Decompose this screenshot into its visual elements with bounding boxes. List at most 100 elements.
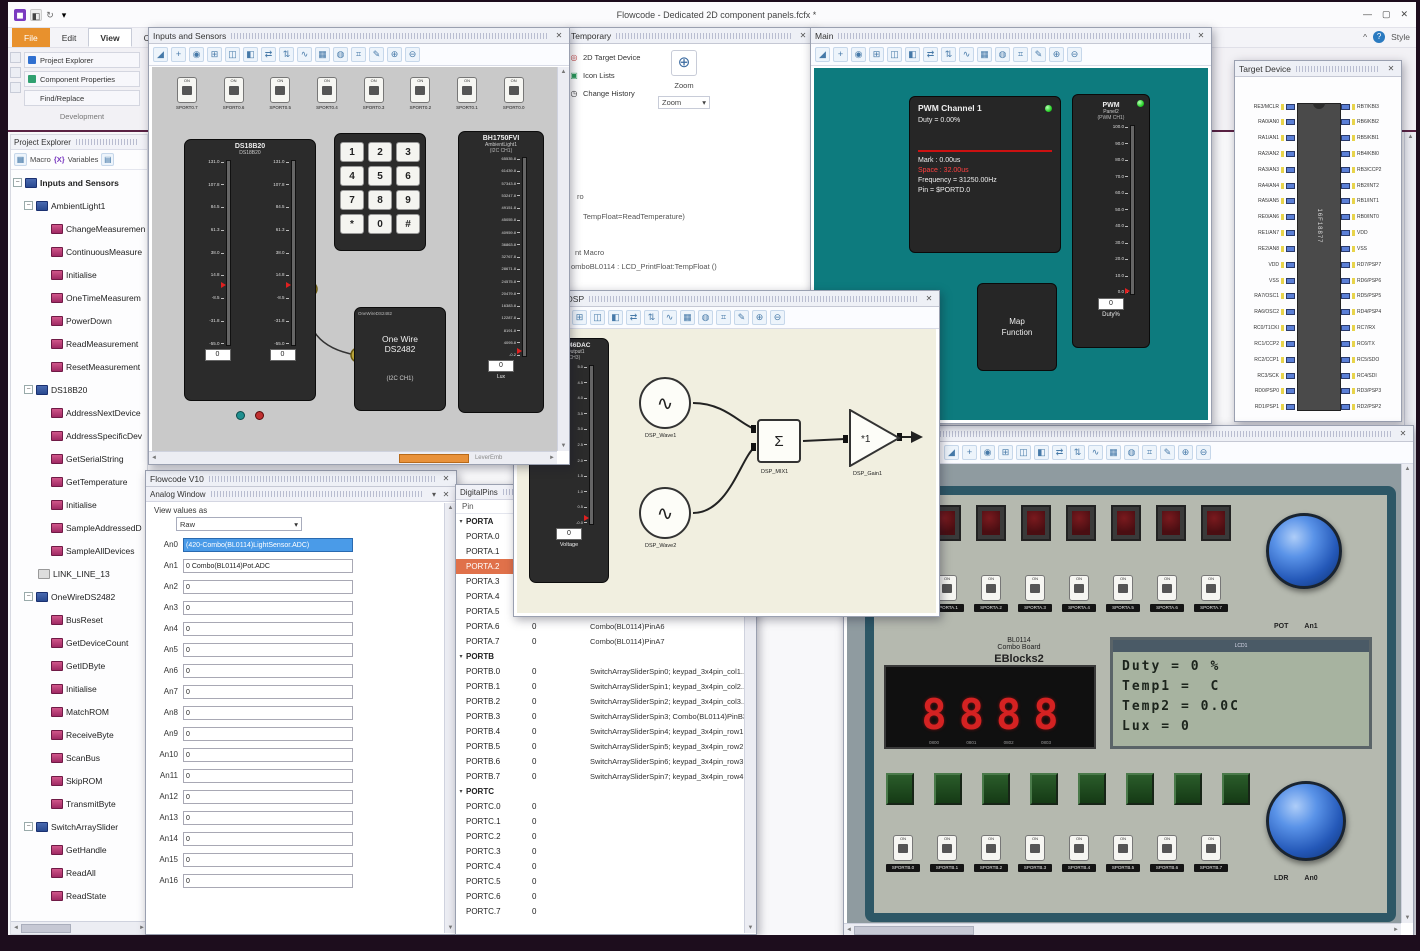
- toolbar-icon[interactable]: ⊖: [1067, 47, 1082, 62]
- digital-pin-row[interactable]: PORTC.1 0: [456, 814, 756, 829]
- chip-pin[interactable]: RE3/MCLR: [1237, 103, 1295, 110]
- toolbar-icon[interactable]: ◉: [980, 445, 995, 460]
- board-vertical-scrollbar[interactable]: ▲ ▼: [1401, 464, 1413, 923]
- tree-expand-icon[interactable]: [39, 661, 48, 670]
- toolbar-icon[interactable]: +: [833, 47, 848, 62]
- chip-pin[interactable]: RA1/AN1: [1237, 135, 1295, 142]
- green-push-button[interactable]: [1030, 773, 1058, 805]
- toolbar-icon[interactable]: ⇄: [923, 47, 938, 62]
- pwm-slider-groove[interactable]: [1125, 125, 1135, 295]
- scroll-left-icon[interactable]: ◄: [844, 925, 854, 935]
- digital-pin-row[interactable]: PORTC.5 0: [456, 874, 756, 889]
- close-icon[interactable]: ✕: [553, 31, 565, 40]
- toggle-switch[interactable]: ON SPORTB.7: [1194, 835, 1228, 872]
- chip-pin[interactable]: RC7/RX: [1341, 325, 1399, 332]
- analog-value-input[interactable]: 0: [183, 600, 353, 615]
- titlebar-icon[interactable]: ↻: [46, 9, 54, 21]
- close-icon[interactable]: ✕: [440, 474, 452, 483]
- tree-expand-icon[interactable]: [26, 569, 35, 578]
- switch-lever[interactable]: [942, 844, 952, 853]
- ribbon-tab[interactable]: Edit: [50, 28, 89, 47]
- chip-pin[interactable]: VSS: [1237, 277, 1295, 284]
- tree-item[interactable]: AddressNextDevice: [11, 401, 147, 424]
- tree-item[interactable]: GetDeviceCount: [11, 631, 147, 654]
- toggle-switch[interactable]: ON SPORTA.7: [1194, 575, 1228, 612]
- toolbar-icon[interactable]: ▦: [315, 47, 330, 62]
- keypad-component[interactable]: 1 2 3 4 5 6 7 8 9 * 0 #: [334, 133, 426, 251]
- toolbar-icon[interactable]: ⇅: [1070, 445, 1085, 460]
- ribbon-button[interactable]: Project Explorer: [24, 52, 140, 68]
- scroll-down-icon[interactable]: ▼: [446, 923, 456, 933]
- toolbar-icon[interactable]: ◉: [851, 47, 866, 62]
- digital-pin-row[interactable]: PORTB.3 0 SwitchArraySliderSpin3; Combo(…: [456, 709, 756, 724]
- toolbar-icon[interactable]: ∿: [662, 310, 677, 325]
- chip-pin[interactable]: RC3/SCK: [1237, 372, 1295, 379]
- toolbar-icon[interactable]: ▦: [1106, 445, 1121, 460]
- digital-pin-row[interactable]: PORTB.4 0 SwitchArraySliderSpin4; keypad…: [456, 724, 756, 739]
- analog-value-input[interactable]: 0 Combo(BL0114)Pot.ADC: [183, 558, 353, 573]
- toolbar-icon[interactable]: +: [171, 47, 186, 62]
- tree-item[interactable]: − Inputs and Sensors: [11, 171, 147, 194]
- map-function-component[interactable]: Map Function: [977, 283, 1057, 371]
- tree-item[interactable]: ResetMeasurement: [11, 355, 147, 378]
- tree-expand-icon[interactable]: [39, 431, 48, 440]
- tree-expand-icon[interactable]: [39, 316, 48, 325]
- toggle-switch[interactable]: ON SPORTB.1: [930, 835, 964, 872]
- toolbar-icon[interactable]: ✎: [1031, 47, 1046, 62]
- toggle-switch[interactable]: ON SPORTB.6: [1150, 835, 1184, 872]
- chip-pin[interactable]: RC5/SDO: [1341, 356, 1399, 363]
- switch-lever[interactable]: [1030, 584, 1040, 593]
- tree-item[interactable]: Initialise: [11, 493, 147, 516]
- scroll-up-icon[interactable]: ▲: [559, 67, 569, 77]
- tree-item[interactable]: ReceiveByte: [11, 723, 147, 746]
- tree-item[interactable]: ReadAll: [11, 861, 147, 884]
- digital-pin-row[interactable]: PORTB.2 0 SwitchArraySliderSpin2; keypad…: [456, 694, 756, 709]
- digital-pin-row[interactable]: PORTB.0 0 SwitchArraySliderSpin0; keypad…: [456, 664, 756, 679]
- switch-lever[interactable]: [1074, 844, 1084, 853]
- toolbar-icon[interactable]: ◉: [189, 47, 204, 62]
- tree-item[interactable]: ContinuousMeasure: [11, 240, 147, 263]
- chip-pin[interactable]: RD3/PSP3: [1341, 388, 1399, 395]
- toolbar-icon[interactable]: ◧: [243, 47, 258, 62]
- view-values-dropdown[interactable]: Raw ▾: [176, 517, 302, 531]
- close-icon[interactable]: ✕: [440, 490, 452, 499]
- keypad-key[interactable]: 2: [368, 142, 392, 162]
- chip-pin[interactable]: VDD: [1237, 261, 1295, 268]
- toolbar-icon[interactable]: ⌗: [351, 47, 366, 62]
- tree-item[interactable]: OneTimeMeasurem: [11, 286, 147, 309]
- toolbar-icon[interactable]: ⊖: [770, 310, 785, 325]
- tree-item[interactable]: GetIDByte: [11, 654, 147, 677]
- keypad-key[interactable]: 6: [396, 166, 420, 186]
- keypad-key[interactable]: 0: [368, 214, 392, 234]
- toolbar-icon[interactable]: ◍: [1124, 445, 1139, 460]
- chip-pin[interactable]: RD2/PSP2: [1341, 404, 1399, 411]
- ds18b20-component[interactable]: DS18B20 DS18B20 131.0 107.8 84.5 61.3 38.0 14…: [184, 139, 316, 401]
- tree-expand-icon[interactable]: [39, 615, 48, 624]
- toggle-switch[interactable]: ON SPORTB.0: [886, 835, 920, 872]
- toggle-switch[interactable]: ON SPORTA.6: [1150, 575, 1184, 612]
- titlebar-icon[interactable]: ▾: [58, 9, 70, 21]
- tree-expand-icon[interactable]: [39, 868, 48, 877]
- group-expand-icon[interactable]: ▾: [456, 518, 466, 525]
- chip-pin[interactable]: RD4/PSP4: [1341, 309, 1399, 316]
- tree-item[interactable]: SampleAllDevices: [11, 539, 147, 562]
- analog-value-input[interactable]: 0: [183, 852, 353, 867]
- switch-lever[interactable]: [1206, 584, 1216, 593]
- tree-item[interactable]: ReadState: [11, 884, 147, 907]
- digital-pin-row[interactable]: PORTC.7 0: [456, 904, 756, 919]
- toggle-switch[interactable]: ON SPORTB.2: [974, 835, 1008, 872]
- scroll-up-icon[interactable]: ▲: [446, 503, 456, 513]
- toolbar-icon[interactable]: ⊞: [572, 310, 587, 325]
- explorer-extra-icon[interactable]: ▤: [101, 153, 115, 166]
- titlebar-icon[interactable]: ◼: [14, 8, 26, 21]
- toolbar-icon[interactable]: ◫: [1016, 445, 1031, 460]
- chip-pin[interactable]: RB4/KBI0: [1341, 150, 1399, 157]
- temp-value-1[interactable]: 0: [204, 349, 231, 361]
- toolbar-icon[interactable]: ⌗: [716, 310, 731, 325]
- tree-expand-icon[interactable]: [39, 500, 48, 509]
- tree-item[interactable]: − AmbientLight1: [11, 194, 147, 217]
- minimize-icon[interactable]: —: [1363, 9, 1372, 20]
- toggle-switch[interactable]: ON SPORTA.3: [1018, 575, 1052, 612]
- toolbar-icon[interactable]: ◍: [995, 47, 1010, 62]
- keypad-key[interactable]: 8: [368, 190, 392, 210]
